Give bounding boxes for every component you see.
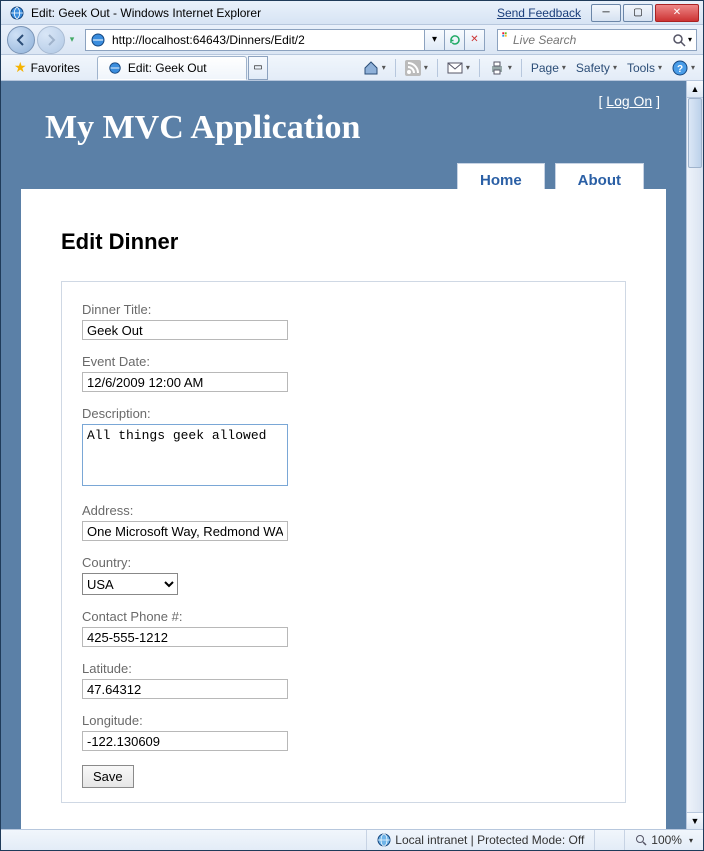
zoom-dropdown[interactable]: ▾	[689, 836, 693, 845]
ie-icon	[9, 5, 25, 21]
latitude-label: Latitude:	[82, 661, 605, 676]
site-title: My MVC Application	[21, 81, 666, 169]
search-box[interactable]: ▾	[497, 29, 697, 51]
feeds-button[interactable]: ▾	[401, 57, 432, 79]
zone-icon	[377, 833, 391, 847]
description-label: Description:	[82, 406, 605, 421]
ie-page-icon	[90, 32, 106, 48]
longitude-label: Longitude:	[82, 713, 605, 728]
close-button[interactable]: ✕	[655, 4, 699, 22]
search-button[interactable]	[672, 33, 686, 47]
print-icon	[489, 60, 505, 76]
tab-title: Edit: Geek Out	[128, 61, 207, 75]
date-input[interactable]	[82, 372, 288, 392]
window-title: Edit: Geek Out - Windows Internet Explor…	[31, 6, 497, 20]
window-buttons: ─ ▢ ✕	[589, 4, 699, 22]
stop-button[interactable]: ✕	[465, 29, 485, 51]
zoom-icon	[635, 834, 647, 846]
browser-tab[interactable]: Edit: Geek Out	[97, 56, 247, 80]
help-button[interactable]: ?▾	[668, 57, 699, 79]
send-feedback-link[interactable]: Send Feedback	[497, 6, 581, 20]
scroll-down-button[interactable]: ▼	[687, 812, 703, 829]
help-icon: ?	[672, 60, 688, 76]
title-input[interactable]	[82, 320, 288, 340]
page-menu[interactable]: Page▾	[527, 58, 570, 78]
status-empty	[1, 830, 366, 850]
latitude-input[interactable]	[82, 679, 288, 699]
content-area: [ Log On ] My MVC Application Home About…	[1, 81, 703, 829]
live-search-icon	[502, 32, 507, 48]
print-button[interactable]: ▾	[485, 57, 516, 79]
search-dropdown[interactable]: ▾	[688, 35, 692, 44]
home-button[interactable]: ▾	[359, 57, 390, 79]
readmail-button[interactable]: ▾	[443, 57, 474, 79]
refresh-button[interactable]	[445, 29, 465, 51]
country-label: Country:	[82, 555, 605, 570]
address-label: Address:	[82, 503, 605, 518]
scroll-track[interactable]	[687, 98, 703, 812]
date-label: Event Date:	[82, 354, 605, 369]
page-heading: Edit Dinner	[61, 229, 626, 255]
description-input[interactable]: All things geek allowed	[82, 424, 288, 486]
address-bar-wrap: ▾ ✕	[85, 29, 485, 51]
command-bar: ★ Favorites Edit: Geek Out ▭ ▾ ▾ ▾ ▾ Pag…	[1, 55, 703, 81]
favorites-label: Favorites	[31, 61, 80, 75]
mail-icon	[447, 60, 463, 76]
phone-input[interactable]	[82, 627, 288, 647]
star-icon: ★	[14, 59, 27, 76]
home-icon	[363, 60, 379, 76]
status-bar: Local intranet | Protected Mode: Off 100…	[1, 829, 703, 850]
history-dropdown[interactable]: ▾	[65, 26, 79, 54]
longitude-input[interactable]	[82, 731, 288, 751]
nav-bar: ▾ ▾ ✕ ▾	[1, 25, 703, 55]
title-label: Dinner Title:	[82, 302, 605, 317]
save-button[interactable]: Save	[82, 765, 134, 788]
vertical-scrollbar[interactable]: ▲ ▼	[686, 81, 703, 829]
viewport: [ Log On ] My MVC Application Home About…	[1, 81, 686, 829]
zoom-control[interactable]: 100% ▾	[624, 830, 703, 850]
address-input[interactable]	[82, 521, 288, 541]
favorites-button[interactable]: ★ Favorites	[5, 55, 89, 80]
main-panel: Edit Dinner Dinner Title: Event Date:	[21, 189, 666, 829]
url-dropdown[interactable]: ▾	[425, 29, 445, 51]
back-button[interactable]	[7, 26, 35, 54]
status-zone: Local intranet | Protected Mode: Off	[366, 830, 594, 850]
status-spacer	[594, 830, 624, 850]
ie-tab-icon	[108, 61, 122, 75]
edit-dinner-form: Dinner Title: Event Date: Description: A…	[61, 281, 626, 803]
url-input[interactable]	[110, 32, 420, 48]
tools-menu[interactable]: Tools▾	[623, 58, 666, 78]
window-frame: Edit: Geek Out - Windows Internet Explor…	[0, 0, 704, 851]
address-bar[interactable]	[85, 29, 425, 51]
rss-icon	[405, 60, 421, 76]
titlebar: Edit: Geek Out - Windows Internet Explor…	[1, 1, 703, 25]
country-select[interactable]: USA	[82, 573, 178, 595]
phone-label: Contact Phone #:	[82, 609, 605, 624]
safety-menu[interactable]: Safety▾	[572, 58, 621, 78]
svg-text:?: ?	[677, 64, 683, 75]
minimize-button[interactable]: ─	[591, 4, 621, 22]
page-body: [ Log On ] My MVC Application Home About…	[1, 81, 686, 829]
forward-button[interactable]	[37, 26, 65, 54]
scroll-up-button[interactable]: ▲	[687, 81, 703, 98]
scroll-thumb[interactable]	[688, 98, 702, 168]
search-input[interactable]	[511, 32, 672, 48]
maximize-button[interactable]: ▢	[623, 4, 653, 22]
new-tab-button[interactable]: ▭	[248, 56, 268, 80]
